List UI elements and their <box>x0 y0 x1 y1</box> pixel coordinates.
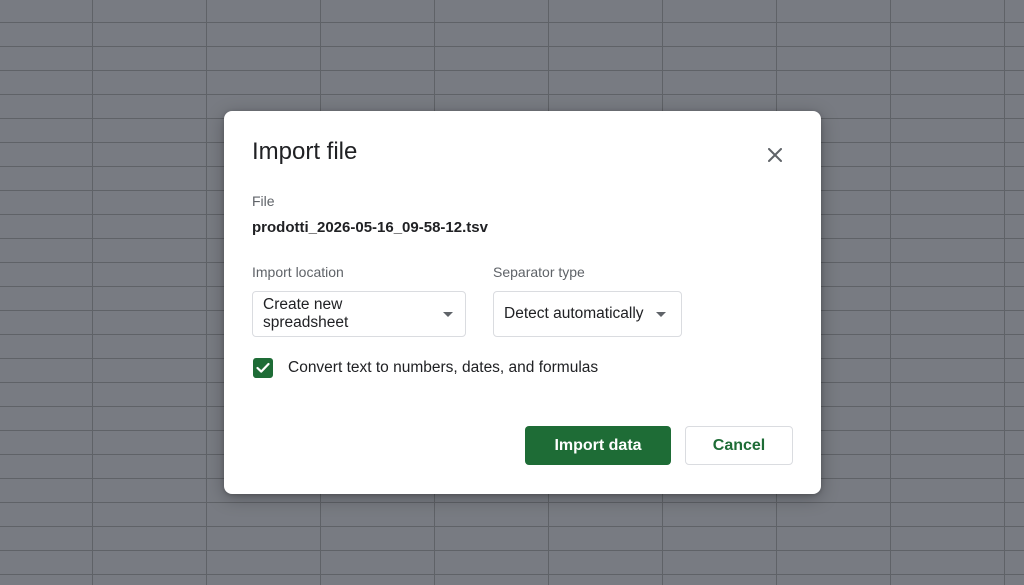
separator-type-value: Detect automatically <box>504 305 644 322</box>
import-data-button[interactable]: Import data <box>525 426 671 465</box>
caret-down-icon <box>655 311 666 317</box>
convert-checkbox[interactable] <box>253 358 273 378</box>
close-button[interactable] <box>761 141 789 169</box>
caret-down-icon <box>443 311 453 317</box>
cancel-button[interactable]: Cancel <box>685 426 793 465</box>
separator-type-select[interactable]: Detect automatically <box>493 291 682 337</box>
dialog-title: Import file <box>252 138 358 165</box>
import-location-select[interactable]: Create new spreadsheet <box>252 291 466 337</box>
close-icon <box>768 148 782 162</box>
file-name: prodotti_2026-05-16_09-58-12.tsv <box>252 219 488 236</box>
separator-type-label: Separator type <box>493 264 585 280</box>
checkmark-icon <box>256 362 270 373</box>
file-label: File <box>252 193 275 209</box>
import-location-value: Create new spreadsheet <box>263 296 349 331</box>
import-file-dialog: Import file File prodotti_2026-05-16_09-… <box>224 111 821 494</box>
import-location-label: Import location <box>252 264 344 280</box>
convert-checkbox-label[interactable]: Convert text to numbers, dates, and form… <box>288 359 598 377</box>
